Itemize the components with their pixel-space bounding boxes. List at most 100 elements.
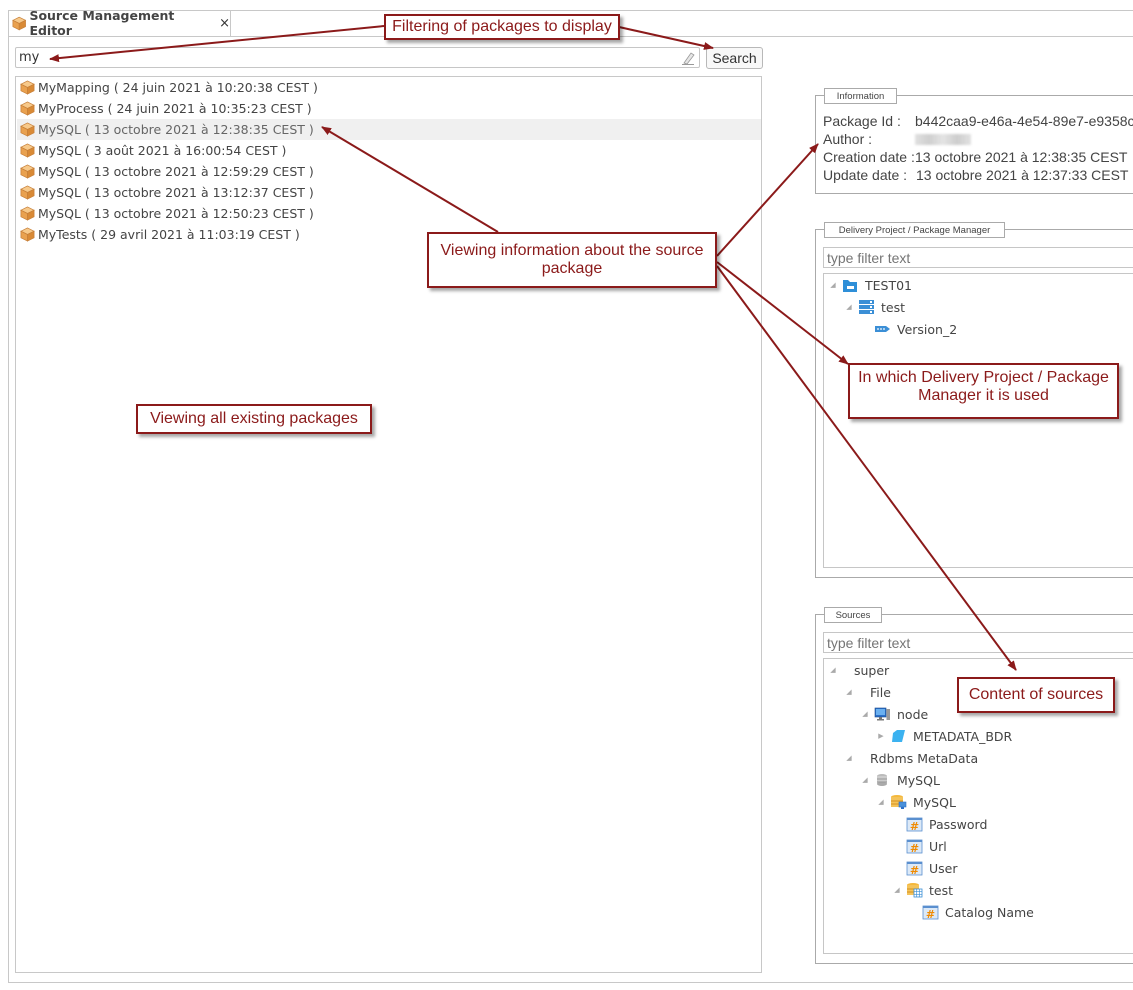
svg-text:#: # — [910, 820, 919, 832]
tree-node[interactable]: ▶ METADATA_BDR — [876, 726, 1012, 746]
package-date: ( 3 août 2021 à 16:00:54 CEST ) — [84, 143, 287, 158]
callout-delivery: In which Delivery Project / Package Mana… — [848, 363, 1119, 419]
package-search-input[interactable] — [15, 47, 700, 68]
package-name: MySQL — [38, 185, 81, 200]
package-name: MyTests — [38, 227, 88, 242]
tree-node-label: File — [870, 684, 891, 700]
svg-text:#: # — [910, 842, 919, 854]
attribute-hash-icon: # — [906, 817, 923, 832]
tree-node[interactable]: ◢ super — [828, 660, 889, 680]
info-label: Author : — [823, 131, 873, 147]
package-date: ( 24 juin 2021 à 10:35:23 CEST ) — [107, 101, 312, 116]
expanded-triangle-icon[interactable]: ◢ — [892, 886, 902, 894]
close-icon[interactable]: × — [219, 16, 230, 31]
database-table-icon — [907, 883, 923, 898]
tree-node-label: Password — [929, 816, 988, 832]
package-list-item[interactable]: MySQL ( 3 août 2021 à 16:00:54 CEST ) — [17, 140, 761, 161]
callout-all-packages: Viewing all existing packages — [136, 404, 372, 434]
package-icon — [20, 143, 35, 158]
sources-legend: Sources — [824, 607, 882, 623]
package-list-item[interactable]: MySQL ( 13 octobre 2021 à 12:38:35 CEST … — [17, 119, 761, 140]
expanded-triangle-icon[interactable]: ◢ — [844, 303, 854, 311]
tree-node-label: TEST01 — [865, 277, 913, 293]
expanded-triangle-icon[interactable]: ◢ — [860, 710, 870, 718]
package-list-item[interactable]: MyProcess ( 24 juin 2021 à 10:35:23 CEST… — [17, 98, 761, 119]
package-name: MyProcess — [38, 101, 104, 116]
expanded-triangle-icon[interactable]: ◢ — [828, 666, 838, 674]
expanded-triangle-icon[interactable]: ◢ — [828, 281, 838, 289]
tree-node-label: test — [881, 299, 906, 315]
package-list-item[interactable]: MySQL ( 13 octobre 2021 à 13:12:37 CEST … — [17, 182, 761, 203]
delivery-filter-input[interactable] — [823, 247, 1133, 268]
folder-project-icon — [843, 280, 857, 292]
tree-node[interactable]: ◢ Rdbms MetaData — [844, 748, 978, 768]
tree-node-label: User — [929, 860, 958, 876]
tree-node[interactable]: # Url — [892, 836, 947, 856]
package-name: MySQL — [38, 143, 81, 158]
package-manager-icon — [859, 300, 874, 314]
computer-node-icon — [874, 707, 890, 721]
tree-node[interactable]: ◢ TEST01 — [828, 275, 912, 295]
tree-node[interactable]: ◢ MySQL — [876, 792, 956, 812]
tree-node-label: MySQL — [897, 772, 940, 788]
package-date: ( 13 octobre 2021 à 12:50:23 CEST ) — [84, 206, 314, 221]
expanded-triangle-icon[interactable]: ◢ — [844, 754, 854, 762]
tree-node-label: Url — [929, 838, 947, 854]
attribute-hash-icon: # — [906, 861, 923, 876]
database-grey-icon — [877, 774, 887, 786]
callout-filtering: Filtering of packages to display — [384, 14, 620, 40]
tree-node-label: MySQL — [913, 794, 956, 810]
sources-filter-input[interactable] — [823, 632, 1133, 653]
package-list-item[interactable]: MySQL ( 13 octobre 2021 à 12:50:23 CEST … — [17, 203, 761, 224]
callout-content-sources: Content of sources — [957, 677, 1115, 713]
tree-node[interactable]: Version_2 — [860, 319, 957, 339]
tree-node[interactable]: ◢ File — [844, 682, 891, 702]
package-icon — [20, 101, 35, 116]
tree-node[interactable]: ◢ test — [844, 297, 905, 317]
package-list-item[interactable]: MySQL ( 13 octobre 2021 à 12:59:29 CEST … — [17, 161, 761, 182]
info-label: Update date : — [823, 167, 908, 183]
tree-node[interactable]: ◢ test — [892, 880, 953, 900]
delivery-tree[interactable] — [823, 273, 1133, 568]
information-legend: Information — [824, 88, 897, 104]
tree-node[interactable]: # Catalog Name — [908, 902, 1034, 922]
info-value: 13 octobre 2021 à 12:37:33 CEST — [916, 167, 1129, 183]
attribute-hash-icon: # — [906, 839, 923, 854]
tree-node[interactable]: ◢ MySQL — [860, 770, 940, 790]
search-button[interactable]: Search — [706, 47, 763, 69]
package-list[interactable]: MyMapping ( 24 juin 2021 à 10:20:38 CEST… — [15, 76, 762, 973]
tree-node[interactable]: # User — [892, 858, 958, 878]
package-icon — [20, 80, 35, 95]
info-label: Creation date : — [823, 149, 915, 165]
expanded-triangle-icon[interactable]: ◢ — [844, 688, 854, 696]
expanded-triangle-icon[interactable]: ◢ — [860, 776, 870, 784]
package-icon — [20, 206, 35, 221]
package-icon — [20, 164, 35, 179]
tree-node-label: test — [929, 882, 954, 898]
info-value: b442caa9-e46a-4e54-89e7-e9358c — [915, 113, 1133, 129]
folder-cyan-icon — [892, 730, 905, 742]
tree-node-label: Rdbms MetaData — [870, 750, 979, 766]
package-date: ( 13 octobre 2021 à 12:38:35 CEST ) — [84, 122, 314, 137]
package-name: MyMapping — [38, 80, 110, 95]
package-date: ( 24 juin 2021 à 10:20:38 CEST ) — [113, 80, 318, 95]
collapsed-triangle-icon[interactable]: ▶ — [876, 732, 886, 740]
eraser-icon[interactable] — [680, 50, 696, 66]
svg-text:#: # — [926, 908, 935, 920]
tree-node[interactable]: ◢ node — [860, 704, 928, 724]
package-name: MySQL — [38, 122, 81, 137]
delivery-legend: Delivery Project / Package Manager — [824, 222, 1005, 238]
tree-node-label: node — [897, 706, 929, 722]
package-date: ( 13 octobre 2021 à 13:12:37 CEST ) — [84, 185, 314, 200]
tree-node-label: Version_2 — [897, 321, 958, 337]
tree-node[interactable]: # Password — [892, 814, 987, 834]
package-date: ( 13 octobre 2021 à 12:59:29 CEST ) — [84, 164, 314, 179]
expanded-triangle-icon[interactable]: ◢ — [876, 798, 886, 806]
package-icon — [20, 185, 35, 200]
package-list-item[interactable]: MyMapping ( 24 juin 2021 à 10:20:38 CEST… — [17, 77, 761, 98]
tab-title: Source Management Editor — [29, 8, 175, 38]
tree-node-label: super — [854, 662, 890, 678]
tree-node-label: METADATA_BDR — [913, 728, 1013, 744]
tab-source-management-editor[interactable]: Source Management Editor × — [8, 8, 231, 38]
author-blurred-value — [915, 134, 971, 145]
